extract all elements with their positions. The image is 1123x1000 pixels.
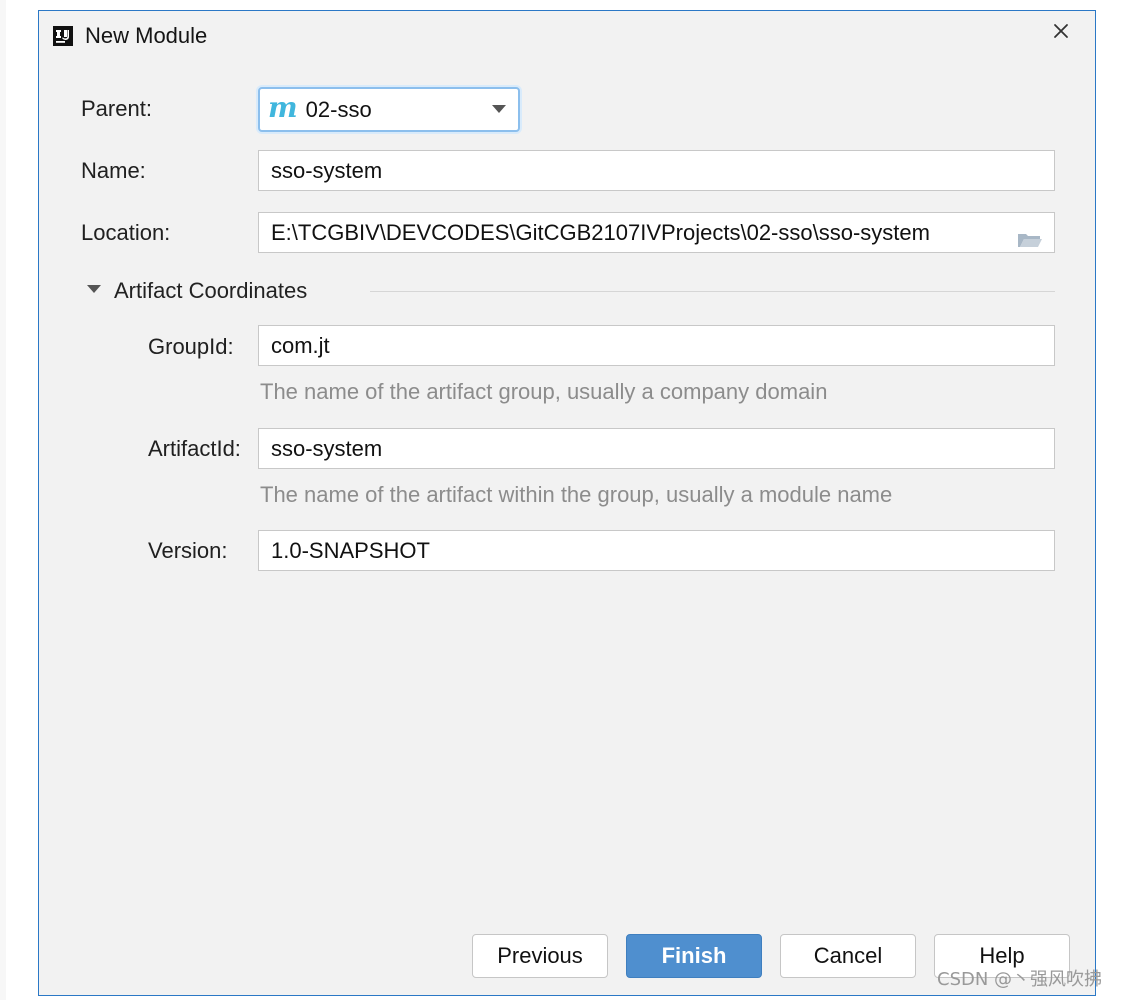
artifact-coordinates-label: Artifact Coordinates bbox=[114, 278, 308, 303]
version-label: Version: bbox=[148, 538, 228, 563]
close-button[interactable] bbox=[1047, 19, 1075, 47]
name-label: Name: bbox=[81, 158, 146, 183]
parent-select[interactable]: m 02-sso bbox=[258, 87, 520, 132]
collapse-triangle-icon[interactable] bbox=[87, 285, 101, 293]
artifactid-field[interactable]: sso-system bbox=[258, 428, 1055, 469]
intellij-icon bbox=[53, 26, 73, 46]
left-background-strip bbox=[0, 0, 6, 1000]
groupid-hint: The name of the artifact group, usually … bbox=[260, 379, 828, 404]
finish-button[interactable]: Finish bbox=[626, 934, 762, 978]
groupid-label: GroupId: bbox=[148, 334, 234, 359]
cancel-button[interactable]: Cancel bbox=[780, 934, 916, 978]
close-icon bbox=[1052, 22, 1070, 45]
location-path: E:\TCGBIV\DEVCODES\GitCGB2107IVProjects\… bbox=[271, 220, 930, 245]
location-field[interactable]: E:\TCGBIV\DEVCODES\GitCGB2107IVProjects\… bbox=[258, 212, 1055, 253]
artifact-coordinates-section[interactable]: Artifact Coordinates bbox=[81, 277, 1055, 307]
watermark-text: CSDN @丶强风吹拂 bbox=[937, 969, 1103, 990]
name-field[interactable]: sso-system bbox=[258, 150, 1055, 191]
version-field[interactable]: 1.0-SNAPSHOT bbox=[258, 530, 1055, 571]
artifactid-label: ArtifactId: bbox=[148, 436, 241, 461]
dialog-title: New Module bbox=[85, 23, 208, 48]
maven-module-icon: m bbox=[268, 90, 298, 124]
folder-icon[interactable] bbox=[1016, 223, 1044, 247]
dialog-titlebar[interactable]: New Module bbox=[39, 11, 1095, 61]
parent-label: Parent: bbox=[81, 96, 152, 121]
parent-selected-value: 02-sso bbox=[305, 96, 372, 122]
previous-button[interactable]: Previous bbox=[472, 934, 608, 978]
screenshot-canvas: New Module Parent: m 02-sso Name: sso-sy… bbox=[0, 0, 1123, 1000]
artifactid-hint: The name of the artifact within the grou… bbox=[260, 482, 893, 507]
chevron-down-icon[interactable] bbox=[492, 105, 506, 113]
location-label: Location: bbox=[81, 220, 171, 245]
section-divider bbox=[370, 291, 1055, 292]
new-module-dialog: New Module Parent: m 02-sso Name: sso-sy… bbox=[38, 10, 1096, 996]
groupid-field[interactable]: com.jt bbox=[258, 325, 1055, 366]
